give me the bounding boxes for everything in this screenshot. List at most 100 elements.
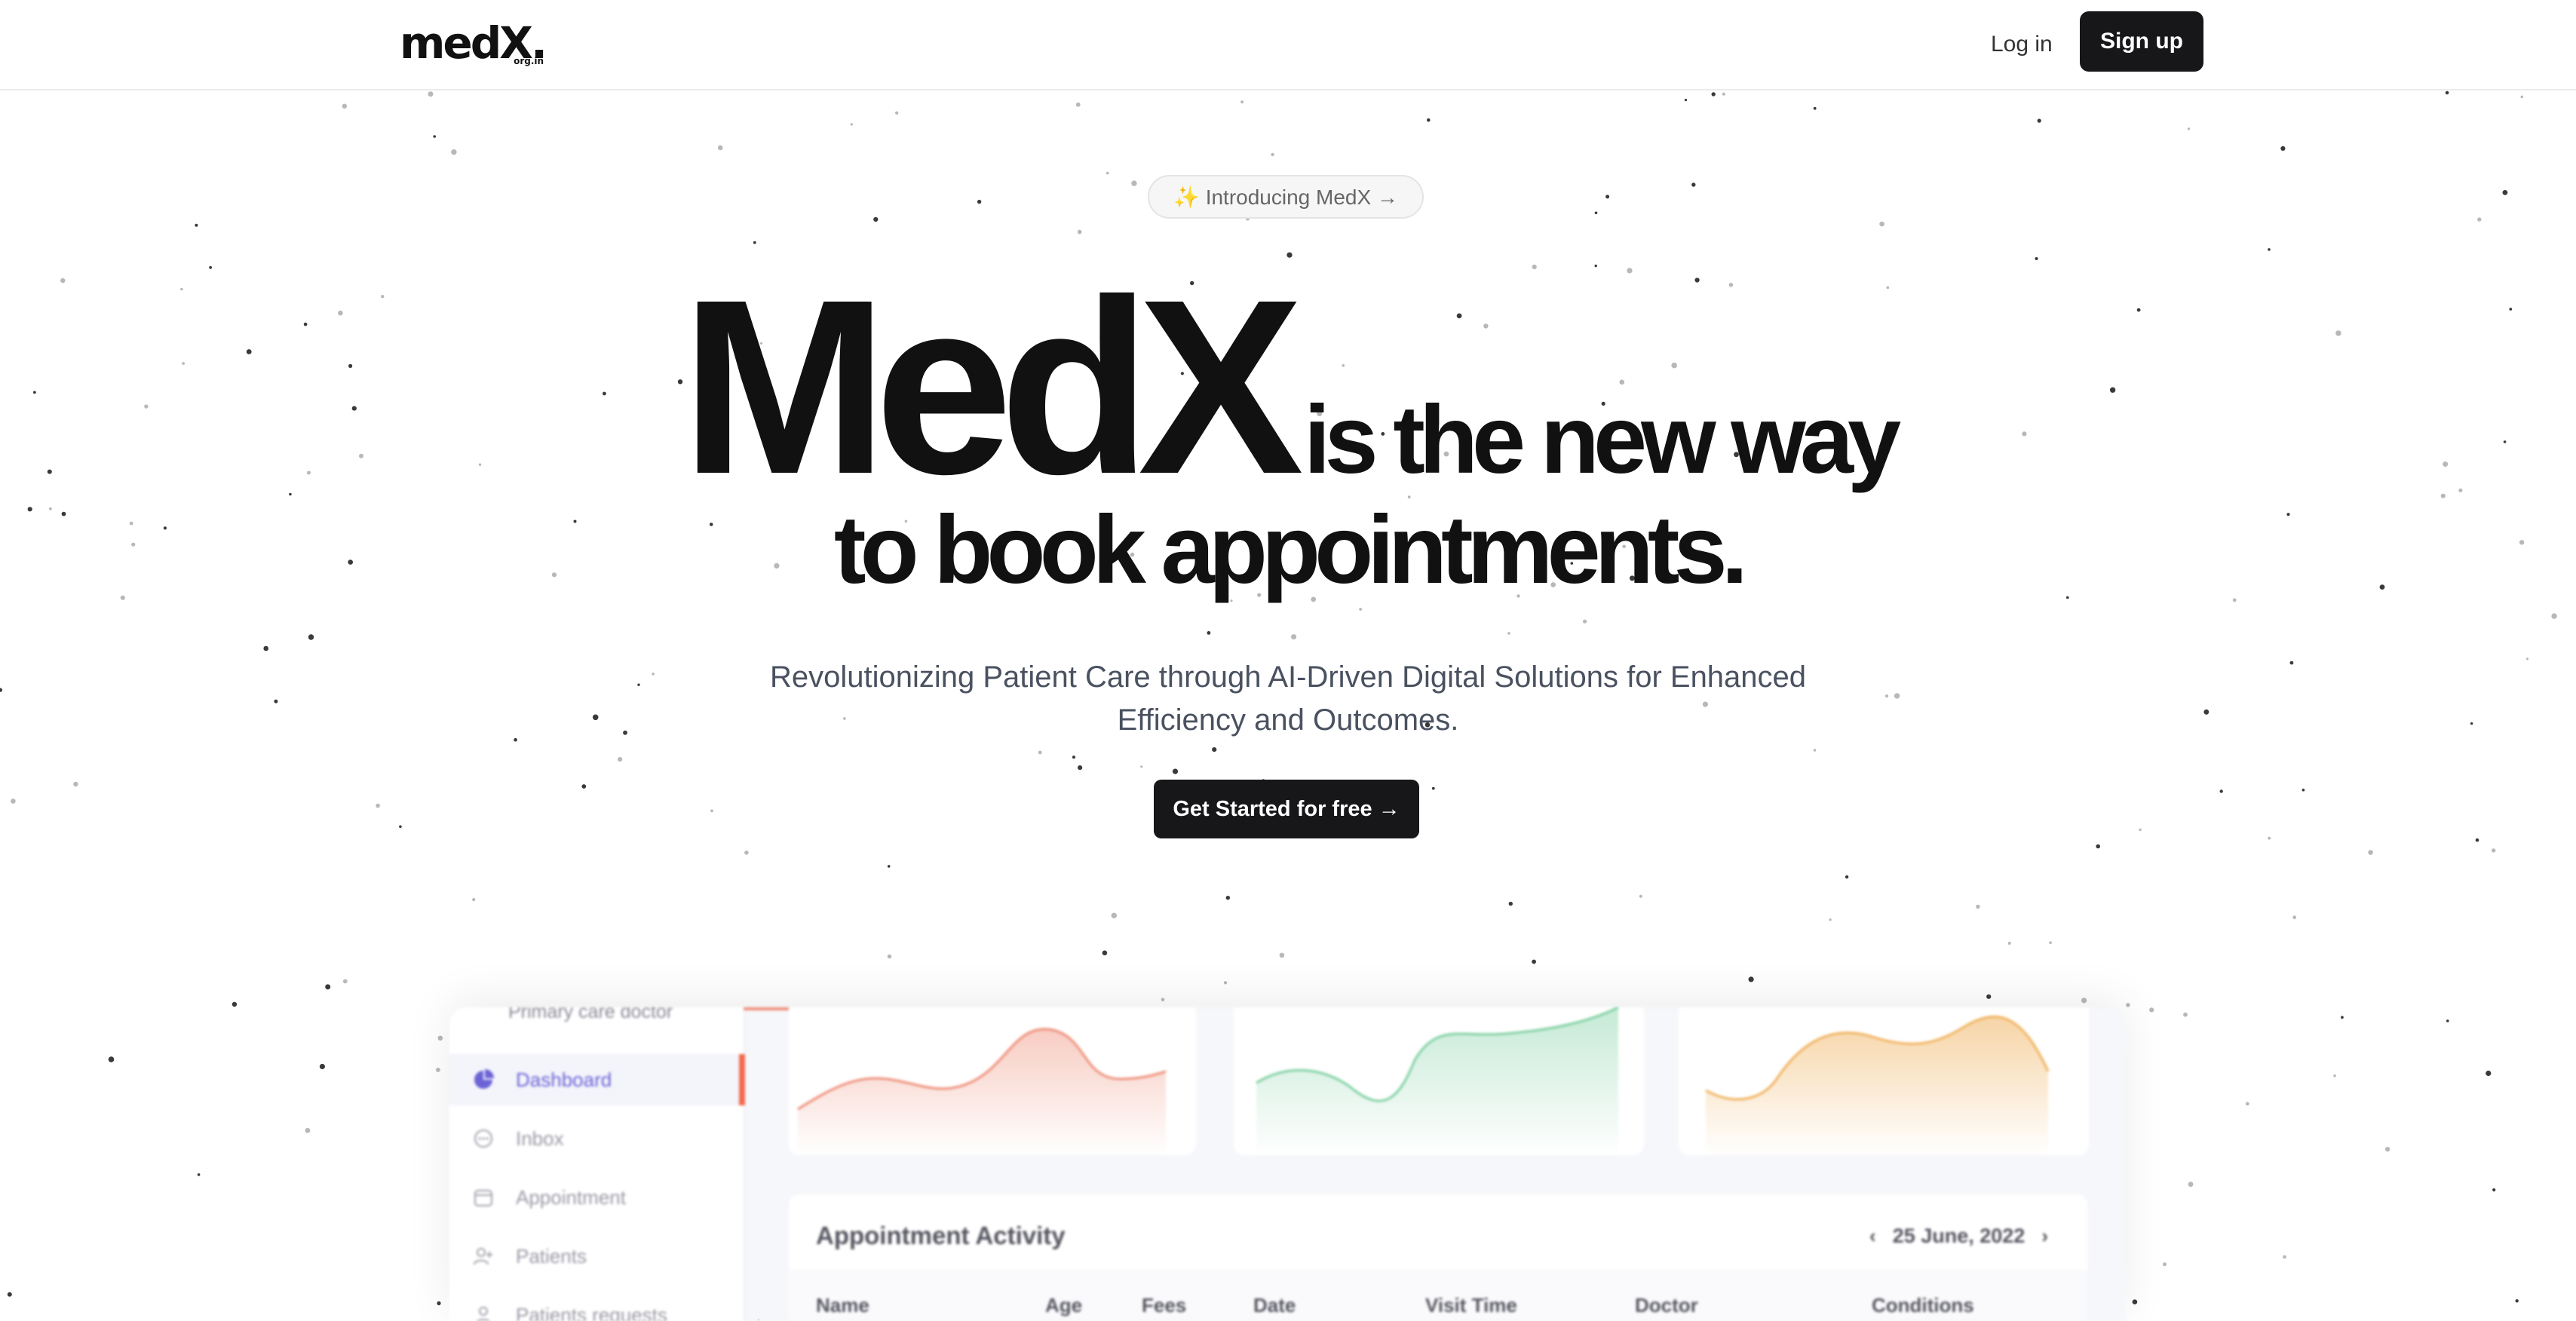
star-dot [2283, 1255, 2286, 1259]
table-title: Appointment Activity [816, 1221, 1066, 1249]
hero-brand-title: MedX [680, 247, 1304, 526]
star-dot [2183, 1012, 2188, 1017]
star-dot [451, 149, 457, 155]
column-header-conditions: Conditions [1872, 1294, 1974, 1316]
star-dot [1508, 901, 1513, 906]
star-dot [2525, 657, 2529, 660]
preview-nav-appointment: Appointment [449, 1172, 745, 1223]
star-dot [73, 781, 78, 787]
star-dot [1140, 765, 1143, 768]
star-dot [1829, 918, 1832, 921]
star-dot [2081, 998, 2087, 1004]
star-dot [0, 688, 3, 692]
preview-nav-label: Appointment [516, 1185, 626, 1209]
star-dot [2492, 848, 2496, 853]
table-header-row: Name Age Fees Date Visit Time Doctor Con… [789, 1270, 2087, 1321]
star-dot [1225, 896, 1231, 900]
star-dot [263, 645, 269, 651]
star-dot [2520, 95, 2524, 99]
star-dot [1605, 195, 1610, 199]
login-link[interactable]: Log in [1991, 23, 2053, 66]
star-dot [717, 145, 723, 151]
date-navigator: ‹ 25 June, 2022 › [1869, 1224, 2048, 1248]
star-dot [1507, 632, 1510, 635]
star-dot [1894, 693, 1900, 699]
star-dot [2245, 1102, 2249, 1106]
preview-nav-label: Inbox [516, 1126, 564, 1150]
star-dot [2368, 850, 2373, 855]
star-dot [1845, 875, 1849, 879]
star-dot [1291, 634, 1297, 640]
star-dot [1986, 994, 1992, 999]
preview-doctor-label: Primary care doctor [508, 1007, 673, 1022]
star-dot [1627, 268, 1633, 274]
star-dot [1102, 950, 1108, 956]
preview-nav-label: Patients requests [516, 1303, 667, 1321]
star-dot [618, 757, 623, 762]
star-dot [2302, 788, 2305, 792]
star-dot [108, 1056, 115, 1062]
get-started-button[interactable]: Get Started for free → [1154, 780, 1419, 838]
star-dot [1131, 180, 1137, 186]
signup-button[interactable]: Sign up [2080, 11, 2203, 72]
star-dot [399, 825, 402, 829]
star-dot [2515, 1299, 2519, 1303]
star-dot [376, 803, 380, 808]
star-dot [2292, 915, 2297, 920]
star-dot [2502, 190, 2508, 195]
area-chart-amber [1705, 1015, 2050, 1155]
star-dot [1884, 694, 1889, 698]
star-dot [7, 1292, 12, 1297]
logo-subtext: org.in [514, 56, 544, 66]
star-dot [744, 851, 749, 855]
star-dot [887, 865, 891, 868]
user-icon [472, 1304, 495, 1321]
star-dot [1078, 765, 1083, 771]
star-dot [2551, 613, 2557, 619]
column-header-name: Name [816, 1294, 869, 1316]
star-dot [1711, 92, 1716, 97]
star-dot [1161, 998, 1165, 1002]
star-dot [1532, 264, 1537, 270]
star-dot [2037, 118, 2041, 123]
logo[interactable]: medX. org.in [400, 17, 547, 69]
star-dot [652, 673, 655, 676]
star-dot [2203, 709, 2210, 715]
star-dot [1813, 749, 1817, 752]
star-dot [433, 135, 436, 138]
preview-chart-card-1 [789, 1007, 1196, 1155]
star-dot [1212, 747, 1217, 752]
star-dot [2096, 844, 2100, 849]
star-dot [197, 1173, 201, 1176]
star-dot [436, 1068, 440, 1072]
star-dot [1691, 182, 1696, 187]
calendar-icon [472, 1186, 495, 1209]
star-dot [1279, 952, 1285, 958]
star-dot [1879, 221, 1884, 227]
preview-nav-inbox: Inbox [449, 1113, 745, 1164]
star-dot [2446, 1019, 2449, 1022]
star-dot [2445, 90, 2449, 95]
star-dot [2187, 127, 2191, 130]
star-dot [1038, 750, 1042, 755]
star-dot [2470, 722, 2473, 725]
star-dot [710, 809, 713, 813]
star-dot [1111, 912, 1118, 919]
star-dot [325, 984, 331, 990]
star-dot [2139, 828, 2142, 832]
star-dot [2188, 1182, 2194, 1188]
star-dot [342, 103, 347, 109]
star-dot [1594, 264, 1597, 268]
pie-chart-icon [472, 1068, 495, 1091]
introducing-badge[interactable]: ✨ Introducing MedX → [1148, 175, 1424, 219]
star-dot [2149, 1007, 2154, 1013]
star-dot [1240, 100, 1244, 104]
star-dot [2163, 1262, 2167, 1267]
star-dot [274, 699, 278, 703]
star-dot [232, 1001, 238, 1007]
chevron-right-icon: › [2041, 1224, 2048, 1247]
star-dot [887, 954, 892, 959]
star-dot [514, 737, 517, 742]
star-dot [2341, 1016, 2344, 1019]
star-dot [1722, 92, 1725, 96]
